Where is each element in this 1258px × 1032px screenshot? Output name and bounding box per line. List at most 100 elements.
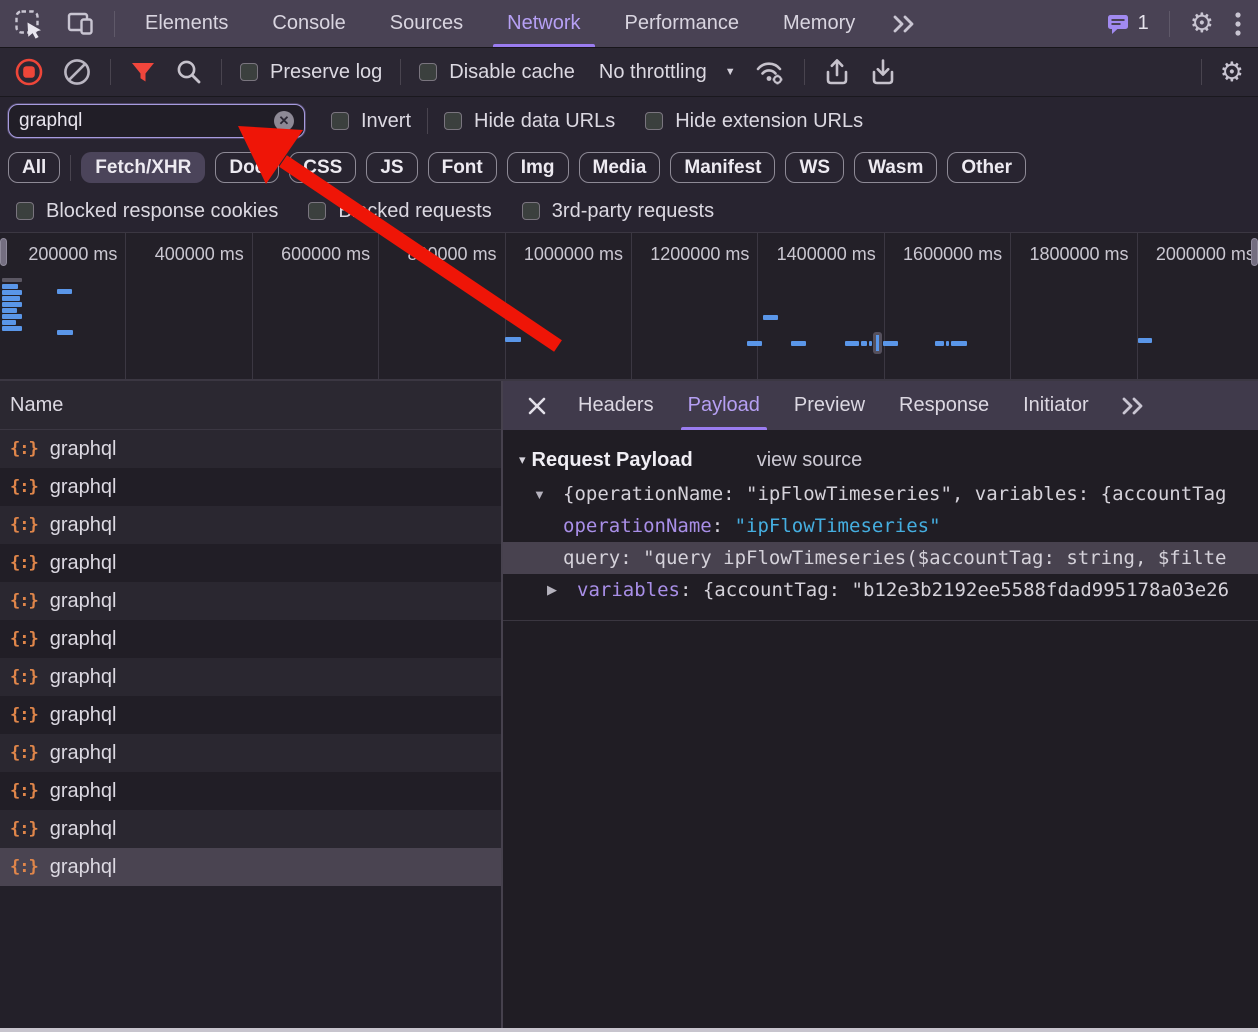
disable-cache-checkbox[interactable]: Disable cache [419,61,575,84]
chip-img[interactable]: Img [507,152,569,183]
detail-tab-payload[interactable]: Payload [671,381,777,430]
blocked-requests-checkbox[interactable]: Blocked requests [308,200,491,223]
tab-memory[interactable]: Memory [761,0,877,47]
payload-segment: "ipFlowTimeseries" [735,515,941,537]
chip-all[interactable]: All [8,152,60,183]
menu-dots-icon[interactable] [1234,10,1242,38]
clear-network-log-button[interactable] [62,57,92,87]
table-row[interactable]: {:}graphql [0,430,501,468]
payload-segment: : {accountTag: "b12e3b2192ee5588fdad9951… [680,579,1229,601]
blocked-requests-label: Blocked requests [338,200,491,223]
tab-performance[interactable]: Performance [603,0,762,47]
chip-wasm[interactable]: Wasm [854,152,937,183]
throttling-dropdown[interactable]: No throttling ▼ [599,61,736,84]
tab-sources[interactable]: Sources [368,0,485,47]
chip-fetch-xhr[interactable]: Fetch/XHR [81,152,205,183]
table-row[interactable]: {:}graphql [0,810,501,848]
table-row[interactable]: {:}graphql [0,506,501,544]
chip-manifest[interactable]: Manifest [670,152,775,183]
extra-filters-row: Blocked response cookies Blocked request… [0,190,1258,233]
table-row[interactable]: {:}graphql [0,658,501,696]
table-row[interactable]: {:}graphql [0,848,501,886]
overview-timeline[interactable]: 200000 ms400000 ms600000 ms800000 ms1000… [0,233,1258,381]
filter-funnel-icon[interactable] [129,58,157,86]
overview-request-bar [57,289,72,294]
payload-tree-line[interactable]: operationName: "ipFlowTimeseries" [503,510,1258,542]
xhr-braces-icon: {:} [10,743,38,763]
device-toolbar-icon[interactable] [66,10,96,38]
tab-console[interactable]: Console [250,0,367,47]
detail-tab-label: Headers [578,394,654,417]
network-toolbar: Preserve log Disable cache No throttling… [0,48,1258,97]
table-row[interactable]: {:}graphql [0,620,501,658]
tree-open-icon[interactable]: ▼ [533,487,563,502]
invert-checkbox[interactable]: Invert [331,110,411,133]
network-settings-gear-icon[interactable]: ⚙︎ [1220,59,1244,86]
overview-tick-label: 1000000 ms [524,244,631,264]
hide-extension-urls-checkbox[interactable]: Hide extension URLs [645,110,863,133]
invert-label: Invert [361,110,411,133]
checkbox-box [419,63,437,81]
name-column-header[interactable]: Name [0,381,501,430]
payload-tree-line[interactable]: query: "query ipFlowTimeseries($accountT… [503,542,1258,574]
clear-filter-icon[interactable]: ✕ [274,111,294,131]
chip-ws[interactable]: WS [785,152,844,183]
tab-network[interactable]: Network [485,0,602,47]
detail-tab-label: Preview [794,394,865,417]
xhr-braces-icon: {:} [10,439,38,459]
settings-gear-icon[interactable]: ⚙︎ [1190,10,1214,37]
chip-font[interactable]: Font [428,152,497,183]
record-network-log-button[interactable] [14,57,44,87]
more-panels-icon[interactable] [877,14,917,34]
overview-request-bar [791,341,806,346]
overview-grip-right[interactable] [1251,238,1258,266]
payload-tree-line[interactable]: ▶variables: {accountTag: "b12e3b2192ee55… [503,574,1258,606]
request-payload-header[interactable]: ▾ Request Payload view source [503,442,1258,478]
table-row[interactable]: {:}graphql [0,696,501,734]
export-har-icon[interactable] [869,57,897,87]
xhr-braces-icon: {:} [10,515,38,535]
more-tabs-icon[interactable] [1120,396,1146,416]
chip-other[interactable]: Other [947,152,1026,183]
third-party-requests-checkbox[interactable]: 3rd-party requests [522,200,714,223]
tabbar-left-icons [0,9,114,39]
marker-inner-bar [876,335,879,351]
close-icon[interactable] [513,396,561,416]
filter-input[interactable] [19,110,274,132]
blocked-response-cookies-checkbox[interactable]: Blocked response cookies [16,200,278,223]
tab-label: Performance [625,12,740,35]
tab-elements[interactable]: Elements [123,0,250,47]
table-row[interactable]: {:}graphql [0,544,501,582]
table-row[interactable]: {:}graphql [0,772,501,810]
chip-css[interactable]: CSS [289,152,356,183]
detail-tab-initiator[interactable]: Initiator [1006,381,1106,430]
overview-tick-label: 1200000 ms [650,244,757,264]
preserve-log-checkbox[interactable]: Preserve log [240,61,382,84]
table-row[interactable]: {:}graphql [0,582,501,620]
inspect-element-icon[interactable] [14,9,44,39]
detail-tab-headers[interactable]: Headers [561,381,671,430]
request-name: graphql [50,476,117,499]
chip-doc[interactable]: Doc [215,152,279,183]
detail-tab-preview[interactable]: Preview [777,381,882,430]
chip-js[interactable]: JS [366,152,417,183]
hide-data-urls-checkbox[interactable]: Hide data URLs [444,110,615,133]
network-conditions-icon[interactable] [754,57,786,87]
overview-tick-label: 400000 ms [155,244,252,264]
table-row[interactable]: {:}graphql [0,734,501,772]
tab-label: Memory [783,12,855,35]
view-source-link[interactable]: view source [757,449,863,472]
search-icon[interactable] [175,58,203,86]
chip-media[interactable]: Media [579,152,661,183]
detail-tab-label: Payload [688,394,760,417]
tree-closed-icon[interactable]: ▶ [547,582,577,598]
payload-segment: : [712,515,735,537]
table-row[interactable]: {:}graphql [0,468,501,506]
overview-time-axis: 200000 ms400000 ms600000 ms800000 ms1000… [0,233,1258,379]
import-har-icon[interactable] [823,57,851,87]
detail-tab-response[interactable]: Response [882,381,1006,430]
issues-button[interactable]: 1 [1106,12,1149,36]
overview-request-bar [935,341,944,346]
payload-tree-line[interactable]: ▼{operationName: "ipFlowTimeseries", var… [503,478,1258,510]
overview-grip-left[interactable] [0,238,7,266]
